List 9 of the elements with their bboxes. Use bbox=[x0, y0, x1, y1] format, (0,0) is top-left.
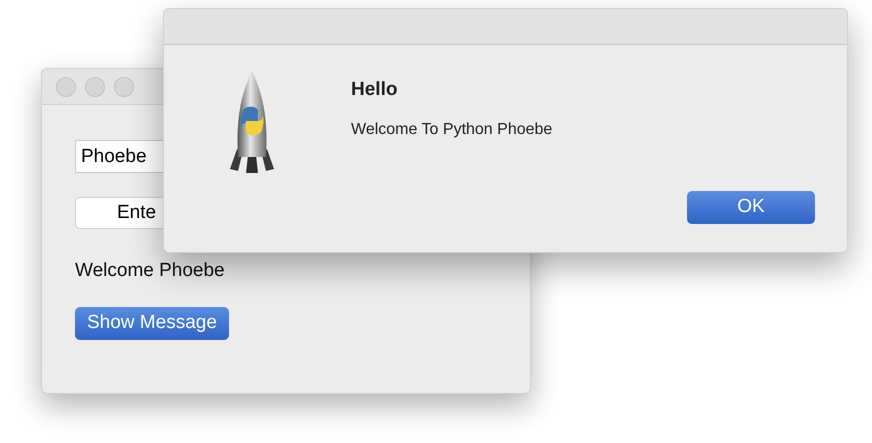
close-button[interactable] bbox=[56, 76, 76, 96]
ok-button[interactable]: OK bbox=[687, 191, 815, 224]
rocket-icon bbox=[228, 71, 276, 175]
minimize-button[interactable] bbox=[85, 76, 105, 96]
show-message-button[interactable]: Show Message bbox=[75, 306, 229, 340]
greeting-label: Welcome Phoebe bbox=[75, 259, 225, 283]
dialog-title: Hello bbox=[351, 78, 398, 102]
dialog-message: Welcome To Python Phoebe bbox=[351, 120, 552, 140]
zoom-button[interactable] bbox=[114, 76, 134, 96]
